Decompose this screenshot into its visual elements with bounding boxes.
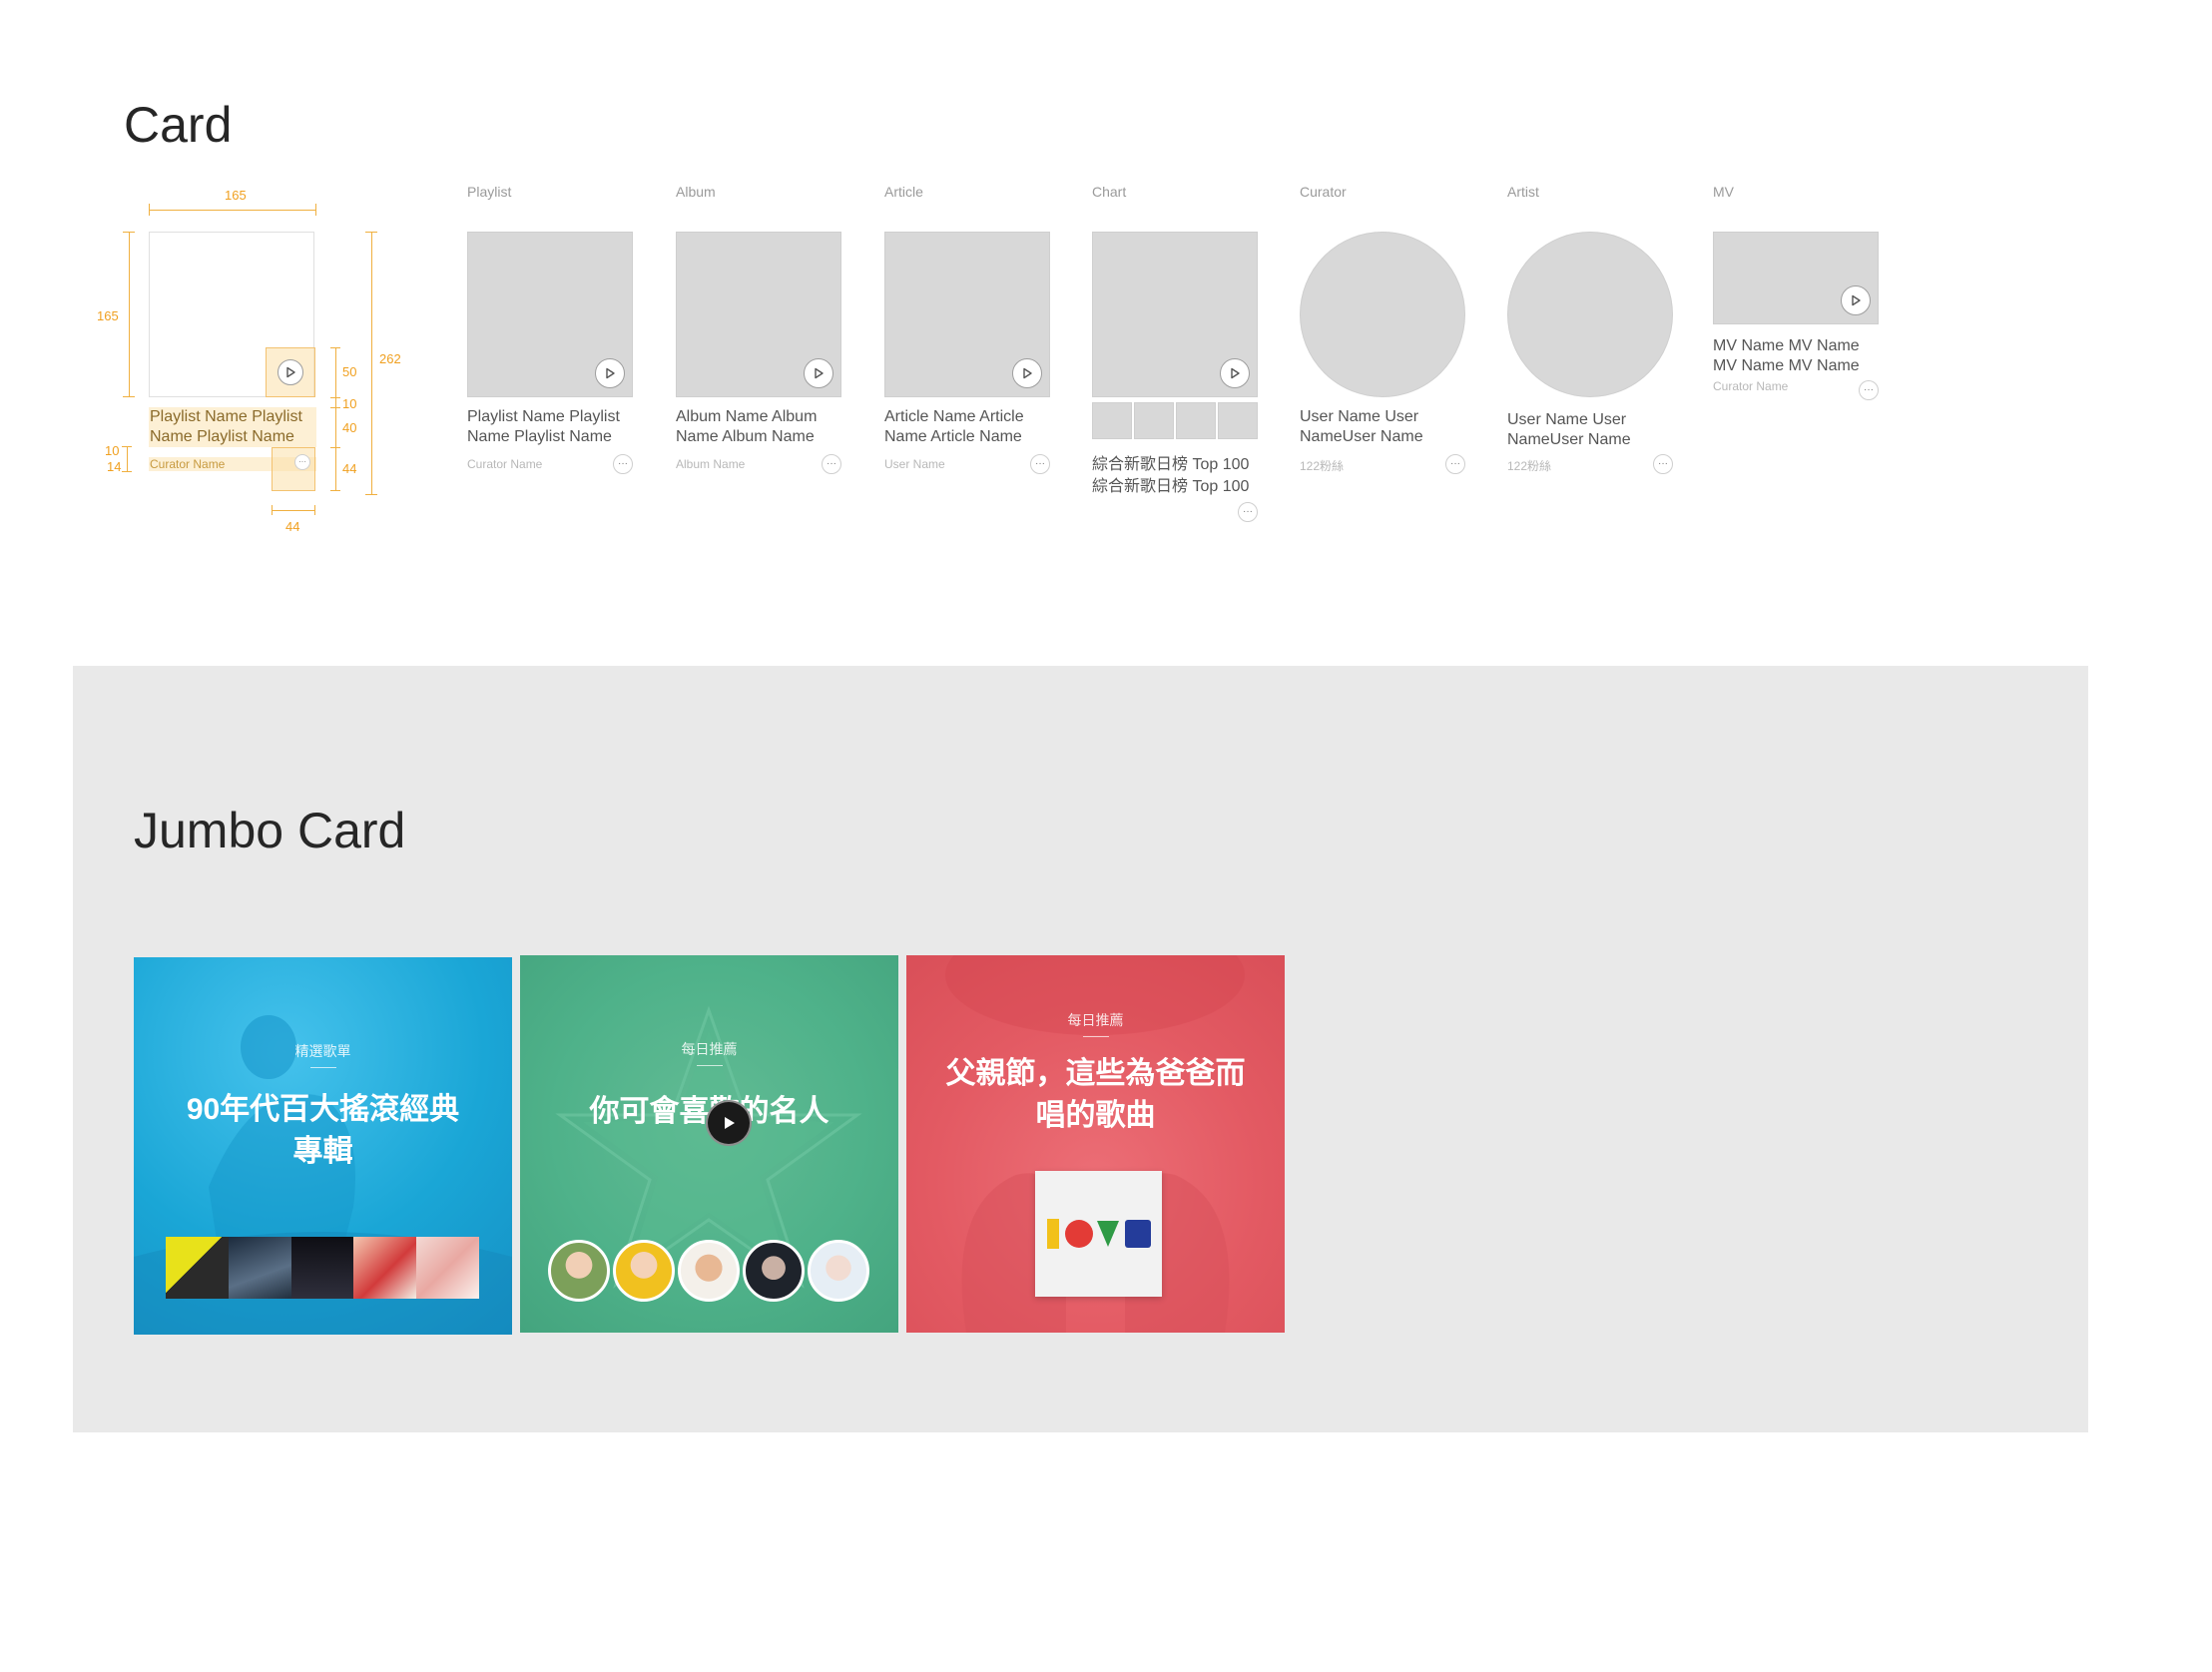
card-subtitle[interactable]: Album Name [676,457,745,471]
more-icon[interactable]: ··· [1859,380,1879,400]
jumbo-tag: 每日推薦 [681,1041,738,1057]
spec-play-area-label: 50 [342,364,357,379]
jumbo-tag: 每日推薦 [1067,1012,1124,1028]
jumbo-section-title: Jumbo Card [134,803,406,858]
artist-avatar[interactable] [678,1240,740,1302]
more-icon[interactable]: ··· [1653,454,1673,474]
chart-thumb-4 [1218,402,1258,439]
spec-width-label: 165 [225,188,247,203]
card-subtitle[interactable]: Curator Name [1713,379,1788,393]
spec-more-area-label: 44 [342,461,357,476]
card-title[interactable]: User Name User NameUser Name [1300,407,1449,447]
spec-sample-sub: Curator Name [150,457,226,471]
chart-thumb-2 [1134,402,1174,439]
card-type-label: MV [1713,184,1734,200]
jumbo-divider [309,1067,336,1068]
more-icon[interactable]: ··· [1030,454,1050,474]
jumbo-title: 父親節，這些為爸爸而唱的歌曲 [945,1057,1246,1132]
card-type-label: Playlist [467,184,512,200]
artist-avatar[interactable] [1507,232,1673,397]
play-icon[interactable] [1841,285,1871,315]
card-title[interactable]: Playlist Name Playlist Name Playlist Nam… [467,407,639,447]
artist-avatar[interactable] [808,1240,869,1302]
card-type-label: Artist [1507,184,1539,200]
artist-avatar[interactable] [548,1240,610,1302]
card-subtitle[interactable]: Curator Name [467,457,542,471]
album-thumb[interactable] [228,1237,291,1299]
play-icon[interactable] [804,358,833,388]
spec-line-label: 14 [107,459,122,474]
card-subtitle[interactable]: 122粉絲 [1507,457,1551,474]
chart-thumb-3 [1176,402,1216,439]
card-title[interactable]: Album Name Album Name Album Name [676,407,847,447]
artist-avatar[interactable] [613,1240,675,1302]
more-icon[interactable]: ··· [1445,454,1465,474]
album-cover-love[interactable] [1035,1171,1162,1297]
spec-total-label: 262 [379,351,401,366]
love-artwork-icon [1047,1219,1151,1249]
card-type-label: Article [884,184,923,200]
album-thumb[interactable] [416,1237,479,1299]
play-icon[interactable] [1220,358,1250,388]
card-title[interactable]: 綜合新歌日榜 Top 100 綜合新歌日榜 Top 100 [1092,454,1264,498]
spec-sample-title: Playlist Name Playlist Name Playlist Nam… [150,408,302,445]
spec-height-line [129,232,130,397]
play-icon [725,1117,735,1129]
artist-avatar[interactable] [743,1240,805,1302]
card-type-label: Chart [1092,184,1127,200]
album-thumb[interactable] [353,1237,417,1299]
spec-play-icon [277,359,303,385]
more-icon[interactable]: ··· [613,454,633,474]
spec-height-label: 165 [97,308,119,323]
card-title[interactable]: User Name User NameUser Name [1507,410,1657,450]
jumbo-divider [696,1065,723,1066]
jumbo-card-fathers-day[interactable]: 每日推薦 父親節，這些為爸爸而唱的歌曲 [906,955,1285,1333]
spec-gap-label: 10 [105,443,120,458]
play-icon[interactable] [1012,358,1042,388]
album-art-strip [166,1237,479,1299]
card-type-label: Album [676,184,716,200]
artist-avatar-row [548,1240,872,1304]
more-icon[interactable]: ··· [1238,502,1258,522]
card-subtitle[interactable]: 122粉絲 [1300,457,1344,474]
more-icon[interactable]: ··· [822,454,841,474]
play-icon[interactable] [595,358,625,388]
jumbo-card-recommend-artists[interactable]: 每日推薦 你可會喜歡的名人 [520,955,898,1333]
spec-more-area [272,447,315,491]
card-type-label: Curator [1300,184,1347,200]
spec-gap-b-label: 10 [342,396,357,411]
album-thumb[interactable] [290,1237,354,1299]
chart-thumb-1 [1092,402,1132,439]
jumbo-title: 90年代百大搖滾經典專輯 [186,1093,460,1168]
jumbo-divider [1082,1036,1109,1037]
album-thumb[interactable] [166,1237,229,1299]
card-title[interactable]: Article Name Article Name Article Name [884,407,1056,447]
spec-more-icon: ··· [294,454,310,470]
spec-width-line [149,210,316,211]
jumbo-tag: 精選歌單 [294,1043,351,1059]
card-title[interactable]: MV Name MV Name MV Name MV Name [1713,336,1873,376]
spec-title-area-label: 40 [342,420,357,435]
curator-avatar[interactable] [1300,232,1465,397]
jumbo-play-button[interactable] [706,1100,752,1146]
card-section-title: Card [124,97,233,153]
card-subtitle[interactable]: User Name [884,457,945,471]
spec-more-width-label: 44 [285,519,300,534]
jumbo-card-playlist[interactable]: 精選歌單 90年代百大搖滾經典專輯 [134,957,512,1335]
